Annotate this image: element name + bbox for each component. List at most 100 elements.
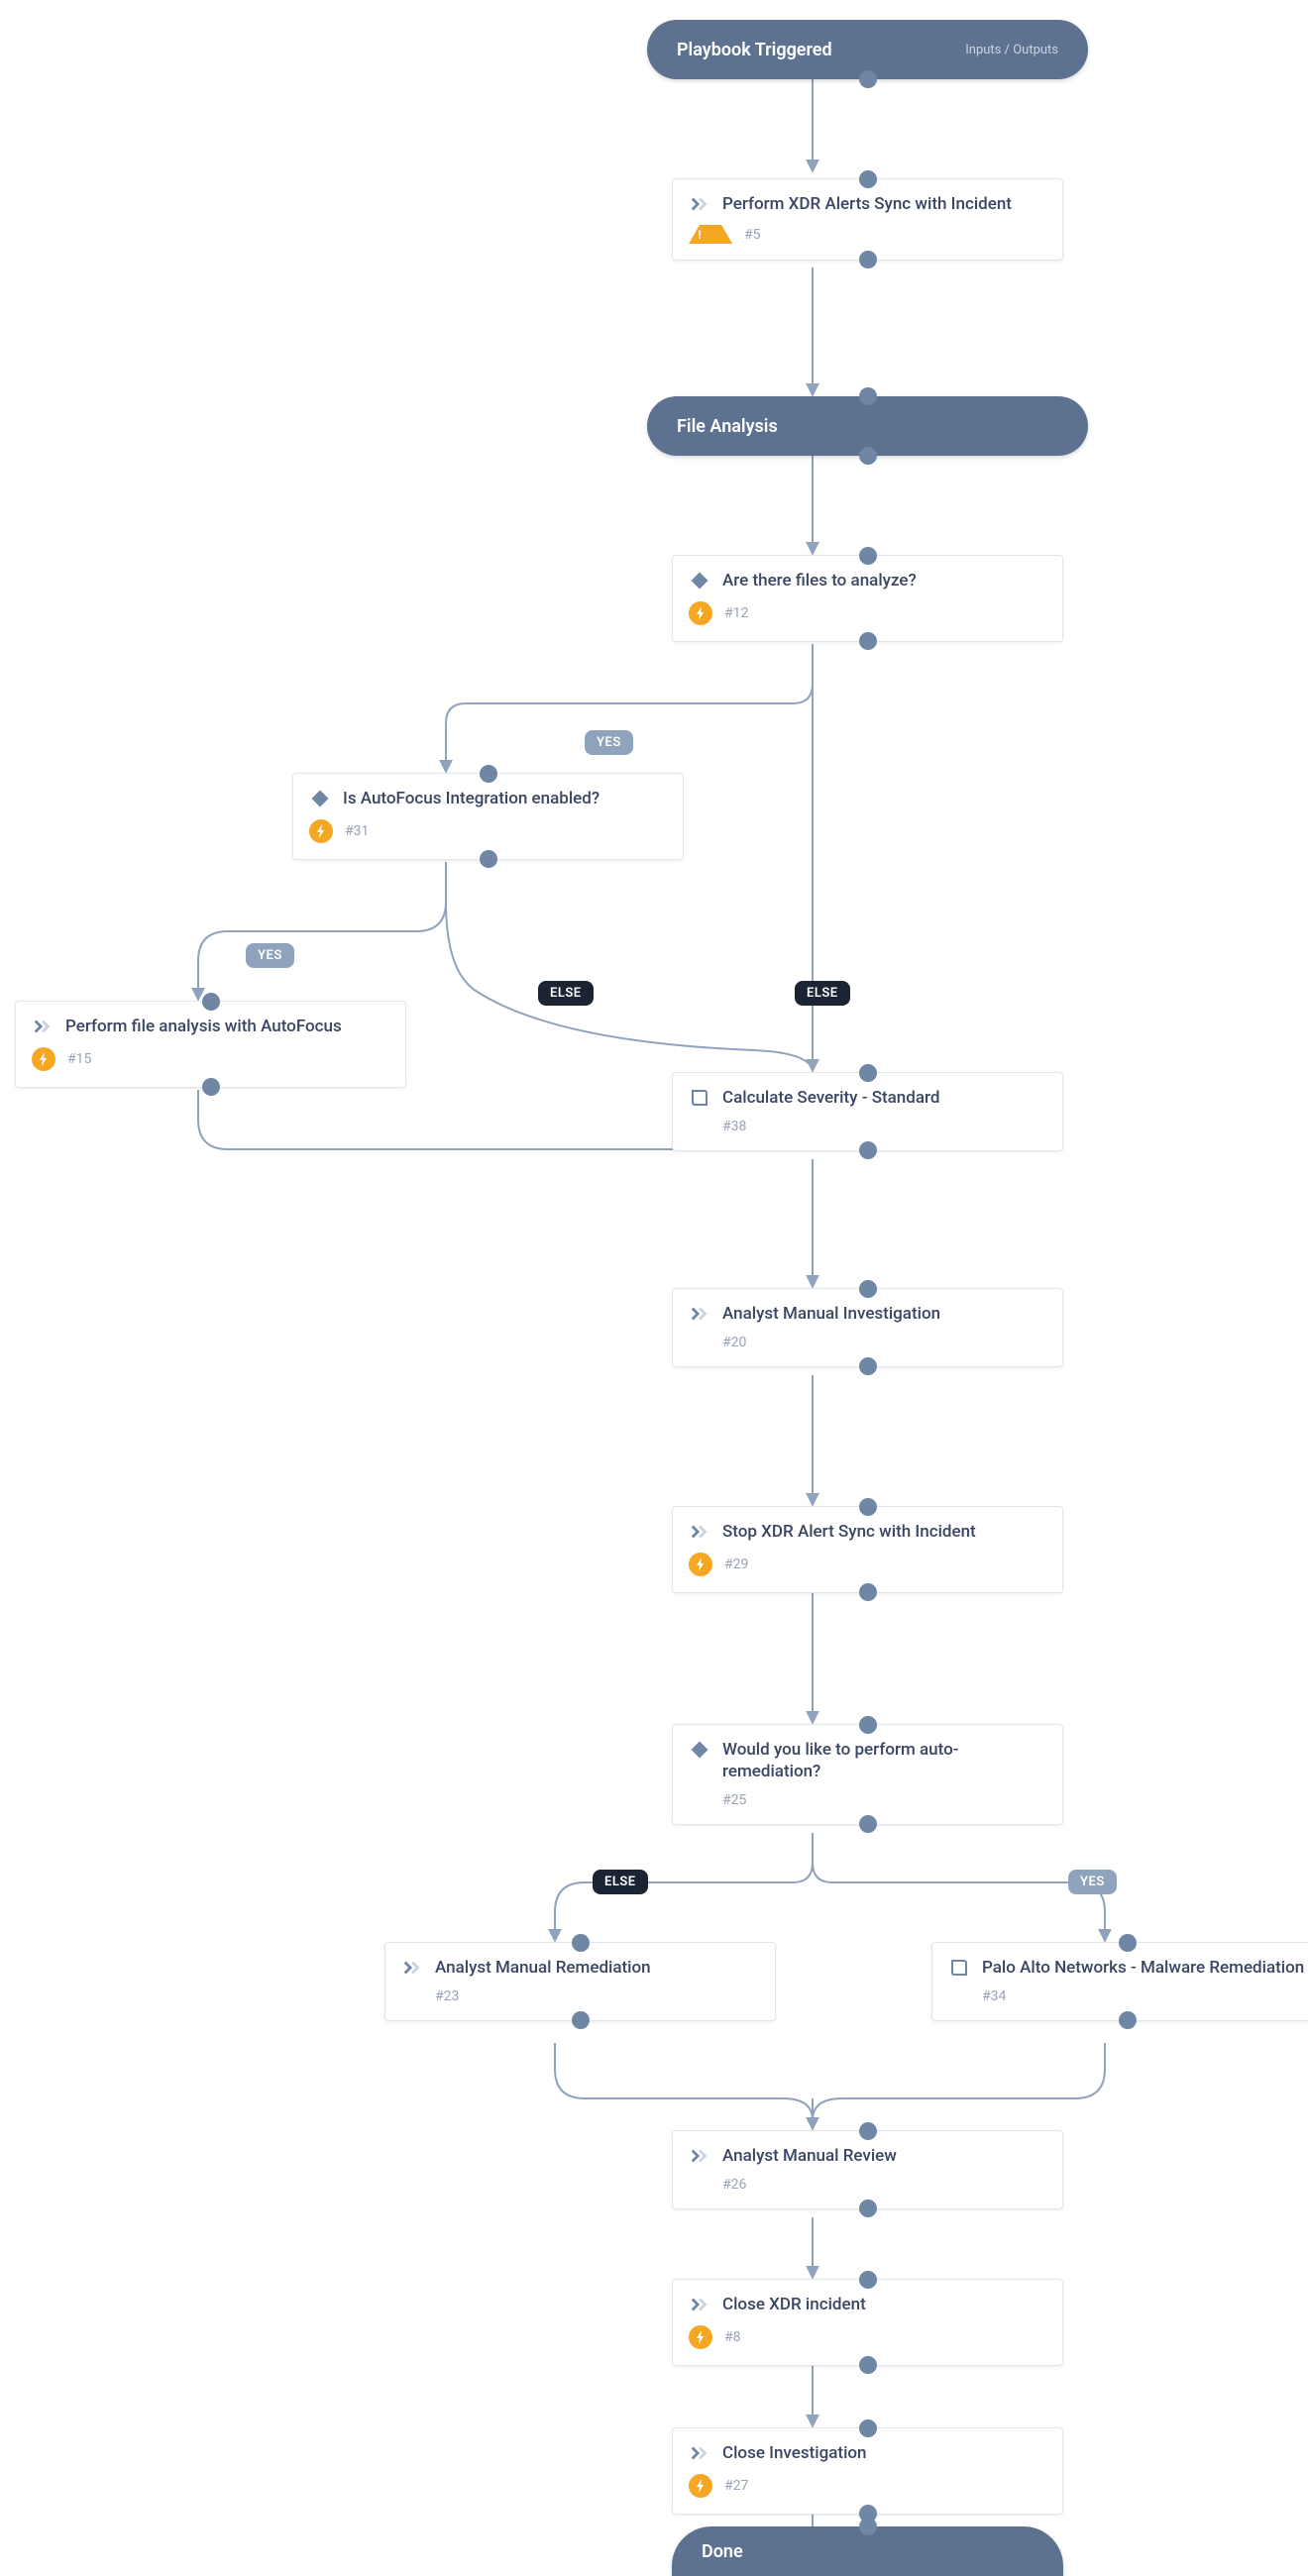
chevrons-icon (689, 2442, 710, 2464)
port-icon (1119, 2011, 1137, 2029)
node-section-file-analysis[interactable]: File Analysis (647, 396, 1088, 456)
bolt-icon (689, 2474, 712, 2498)
card-id: #12 (724, 605, 748, 621)
warning-icon (689, 225, 732, 244)
port-icon (859, 2356, 877, 2374)
port-icon (859, 447, 877, 465)
diamond-icon (689, 570, 710, 591)
chevrons-icon (32, 1016, 54, 1037)
card-title: Palo Alto Networks - Malware Remediation (982, 1957, 1304, 1979)
branch-label-else: ELSE (593, 1870, 648, 1894)
card-id: #27 (724, 2478, 748, 2494)
book-icon (948, 1957, 970, 1979)
card-id: #38 (722, 1119, 746, 1134)
card-title: Would you like to perform auto-remediati… (722, 1739, 1046, 1782)
port-icon (859, 387, 877, 405)
port-icon (859, 1498, 877, 1516)
book-icon (689, 1087, 710, 1109)
card-title: Is AutoFocus Integration enabled? (343, 788, 600, 809)
card-title: Close Investigation (722, 2442, 867, 2464)
card-id: #26 (722, 2177, 746, 2193)
pill-label: File Analysis (677, 416, 778, 437)
node-playbook-triggered[interactable]: Playbook Triggered Inputs / Outputs (647, 20, 1088, 79)
pill-sublabel: Inputs / Outputs (965, 43, 1058, 57)
diamond-icon (689, 1739, 710, 1761)
node-calculate-severity[interactable]: Calculate Severity - Standard #38 (672, 1072, 1063, 1151)
node-auto-remediation-q[interactable]: Would you like to perform auto-remediati… (672, 1724, 1063, 1825)
pill-label: Done (702, 2541, 743, 2562)
card-title: Analyst Manual Review (722, 2145, 897, 2167)
node-pan-malware-remediation[interactable]: Palo Alto Networks - Malware Remediation… (931, 1942, 1308, 2021)
bolt-icon (32, 1047, 55, 1071)
port-icon (859, 1716, 877, 1734)
chevrons-icon (689, 2294, 710, 2315)
port-icon (859, 1357, 877, 1375)
port-icon (859, 2271, 877, 2289)
port-icon (202, 1078, 220, 1096)
card-id: #31 (345, 823, 369, 839)
node-close-investigation[interactable]: Close Investigation #27 (672, 2427, 1063, 2515)
chevrons-icon (401, 1957, 423, 1979)
node-perform-xdr-sync[interactable]: Perform XDR Alerts Sync with Incident #5 (672, 178, 1063, 261)
card-id: #8 (724, 2329, 741, 2345)
node-manual-investigation[interactable]: Analyst Manual Investigation #20 (672, 1288, 1063, 1367)
port-icon (859, 1583, 877, 1601)
card-title: Calculate Severity - Standard (722, 1087, 939, 1109)
card-title: Are there files to analyze? (722, 570, 917, 591)
card-title: Analyst Manual Investigation (722, 1303, 940, 1325)
port-icon (572, 1934, 590, 1952)
port-icon (859, 2518, 877, 2535)
node-close-xdr-incident[interactable]: Close XDR incident #8 (672, 2279, 1063, 2366)
card-title: Close XDR incident (722, 2294, 866, 2315)
card-id: #5 (744, 227, 761, 243)
card-title: Stop XDR Alert Sync with Incident (722, 1521, 976, 1543)
port-icon (572, 2011, 590, 2029)
chevrons-icon (689, 2145, 710, 2167)
diamond-icon (309, 788, 331, 809)
node-autofocus-enabled[interactable]: Is AutoFocus Integration enabled? #31 (292, 773, 684, 860)
branch-label-yes: YES (246, 943, 294, 968)
card-id: #23 (435, 1988, 459, 2004)
node-done[interactable]: Done (672, 2526, 1063, 2576)
node-manual-review[interactable]: Analyst Manual Review #26 (672, 2130, 1063, 2209)
port-icon (480, 850, 497, 868)
port-icon (859, 547, 877, 565)
card-id: #20 (722, 1335, 746, 1350)
branch-label-else: ELSE (795, 981, 850, 1006)
port-icon (859, 2419, 877, 2437)
port-icon (480, 765, 497, 783)
node-stop-xdr-sync[interactable]: Stop XDR Alert Sync with Incident #29 (672, 1506, 1063, 1593)
node-autofocus-analysis[interactable]: Perform file analysis with AutoFocus #15 (15, 1001, 406, 1088)
port-icon (859, 1141, 877, 1159)
card-title: Analyst Manual Remediation (435, 1957, 651, 1979)
port-icon (859, 2200, 877, 2217)
port-icon (859, 170, 877, 188)
card-id: #15 (67, 1051, 91, 1067)
port-icon (202, 993, 220, 1011)
branch-label-else: ELSE (538, 981, 594, 1006)
port-icon (1119, 1934, 1137, 1952)
branch-label-yes: YES (585, 730, 633, 755)
branch-label-yes: YES (1068, 1870, 1117, 1894)
node-manual-remediation[interactable]: Analyst Manual Remediation #23 (384, 1942, 776, 2021)
card-title: Perform file analysis with AutoFocus (65, 1016, 342, 1037)
port-icon (859, 1815, 877, 1833)
flow-edges (0, 0, 1308, 2555)
pill-label: Playbook Triggered (677, 40, 832, 60)
card-id: #29 (724, 1556, 748, 1572)
chevrons-icon (689, 1521, 710, 1543)
chevrons-icon (689, 1303, 710, 1325)
port-icon (859, 2122, 877, 2140)
bolt-icon (689, 2325, 712, 2349)
card-title: Perform XDR Alerts Sync with Incident (722, 193, 1012, 215)
playbook-flow-canvas: YES ELSE YES ELSE ELSE YES Playbook Trig… (0, 0, 1308, 2555)
bolt-icon (309, 819, 333, 843)
port-icon (859, 1064, 877, 1082)
card-id: #25 (722, 1792, 746, 1808)
card-id: #34 (982, 1988, 1006, 2004)
port-icon (859, 1280, 877, 1298)
port-icon (859, 632, 877, 650)
node-files-to-analyze[interactable]: Are there files to analyze? #12 (672, 555, 1063, 642)
port-icon (859, 70, 877, 88)
bolt-icon (689, 1553, 712, 1576)
